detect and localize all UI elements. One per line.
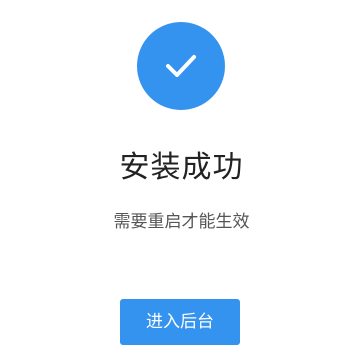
enter-admin-button[interactable]: 进入后台 <box>120 299 240 345</box>
restart-notice: 需要重启才能生效 <box>113 212 250 232</box>
checkmark-icon <box>166 55 196 77</box>
success-title: 安装成功 <box>119 150 244 185</box>
success-badge <box>137 22 225 110</box>
